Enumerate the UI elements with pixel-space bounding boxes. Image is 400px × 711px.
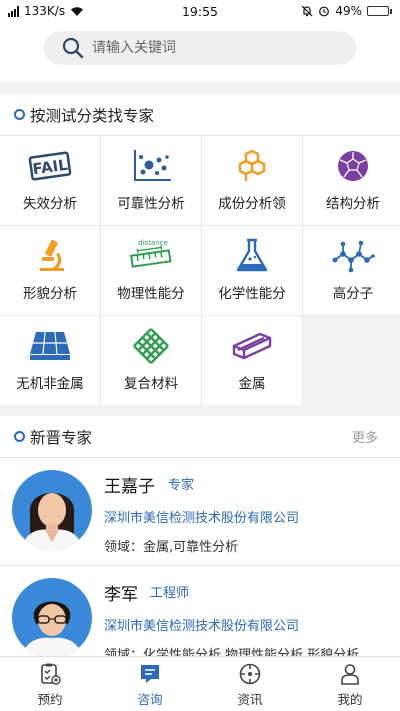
avatar (12, 578, 92, 656)
person-icon (341, 664, 359, 685)
category-label: 形貌分析 (23, 286, 77, 302)
molecule-hexagon-icon (238, 149, 266, 181)
experts-section-header: 新晋专家 更多 (0, 416, 400, 458)
expert-name: 王嘉子 (104, 477, 155, 497)
woven-fiber-icon (133, 328, 169, 364)
tab-label: 资讯 (237, 692, 263, 707)
compass-icon (239, 663, 261, 685)
search-icon[interactable] (62, 37, 84, 59)
search-box[interactable] (44, 31, 356, 65)
expert-card[interactable]: 王嘉子 专家 深圳市美信检测技术股份有限公司 领域：金属,可靠性分析 (0, 458, 400, 566)
expert-company[interactable]: 深圳市美信检测技术股份有限公司 (104, 507, 299, 526)
category-metal[interactable]: 金属 (202, 316, 302, 405)
category-reliability[interactable]: 可靠性分析 (101, 136, 201, 225)
category-morphology[interactable]: 形貌分析 (0, 226, 100, 315)
tab-consult[interactable]: 咨询 (100, 657, 200, 711)
chat-icon (141, 665, 159, 683)
clipboard-icon (41, 663, 61, 685)
category-label: 物理性能分 (117, 286, 185, 302)
clock: 19:55 (181, 4, 219, 19)
section-ring-icon (14, 109, 25, 120)
category-section-title: 按测试分类找专家 (30, 106, 155, 125)
category-label: 无机非金属 (16, 376, 84, 392)
tab-news[interactable]: 资讯 (200, 657, 300, 711)
category-structure[interactable]: 结构分析 (303, 136, 400, 225)
category-label: 结构分析 (326, 196, 380, 212)
fullerene-icon (338, 151, 368, 181)
tab-label: 咨询 (137, 692, 163, 707)
category-inorganic[interactable]: 无机非金属 (0, 316, 100, 405)
category-chemical[interactable]: 化学性能分 (202, 226, 302, 315)
category-label: 复合材料 (124, 376, 178, 392)
expert-title-badge: 工程师 (150, 586, 190, 601)
category-physical[interactable]: distance 物理性能分 (101, 226, 201, 315)
section-ring-icon (14, 431, 25, 442)
fail-stamp-icon: FAIL (28, 151, 72, 181)
category-section-header: 按测试分类找专家 (0, 94, 400, 136)
flask-icon (236, 238, 268, 272)
bottom-tab-bar: 预约 咨询 资讯 我的 (0, 656, 400, 711)
expert-company[interactable]: 深圳市美信检测技术股份有限公司 (104, 615, 299, 634)
status-bar: 133K/s 19:55 49% (0, 0, 400, 22)
expert-title-badge: 专家 (168, 478, 195, 493)
experts-section: 新晋专家 更多 王嘉子 专家 深圳市美信检测技术股份有限公司 领域：金属,可靠性… (0, 416, 400, 656)
search-bar-container (0, 22, 400, 82)
solar-panel-icon (30, 331, 70, 360)
category-label: 化学性能分 (218, 286, 286, 302)
category-label: 可靠性分析 (117, 196, 185, 212)
category-grid: FAIL 失效分析 可靠性分析 成份分析领 结构分析 形貌分析 distance… (0, 136, 400, 405)
microscope-icon (40, 239, 64, 271)
category-label: 失效分析 (23, 196, 77, 212)
category-fail-analysis[interactable]: FAIL 失效分析 (0, 136, 100, 225)
avatar (12, 470, 92, 550)
expert-field: 领域：金属,可靠性分析 (104, 540, 239, 555)
category-label: 金属 (238, 376, 266, 392)
search-input[interactable] (92, 40, 312, 56)
distance-ruler-icon: distance (130, 239, 172, 268)
more-link[interactable]: 更多 (352, 427, 378, 446)
category-composition[interactable]: 成份分析领 (202, 136, 302, 225)
svg-text:distance: distance (138, 239, 168, 247)
experts-section-title: 新晋专家 (30, 428, 93, 447)
tab-booking[interactable]: 预约 (0, 657, 100, 711)
category-composite[interactable]: 复合材料 (101, 316, 201, 405)
tab-label: 我的 (337, 692, 363, 707)
expert-card[interactable]: 李军 工程师 深圳市美信检测技术股份有限公司 领域：化学性能分析,物理性能分析,… (0, 566, 400, 656)
category-label: 高分子 (332, 286, 374, 302)
tab-label: 预约 (37, 692, 63, 707)
category-label: 成份分析领 (218, 196, 286, 212)
category-polymer[interactable]: 高分子 (303, 226, 400, 315)
expert-field: 领域：化学性能分析,物理性能分析,形貌分析 (104, 648, 360, 656)
metal-beam-icon (232, 332, 272, 360)
scatter-chart-icon (134, 150, 171, 181)
expert-name: 李军 (104, 585, 138, 605)
empty-cell (303, 316, 400, 405)
polymer-chain-icon (332, 240, 375, 273)
category-section: 按测试分类找专家 FAIL 失效分析 可靠性分析 成份分析领 结构分析 形貌分析… (0, 94, 400, 405)
tab-profile[interactable]: 我的 (300, 657, 400, 711)
